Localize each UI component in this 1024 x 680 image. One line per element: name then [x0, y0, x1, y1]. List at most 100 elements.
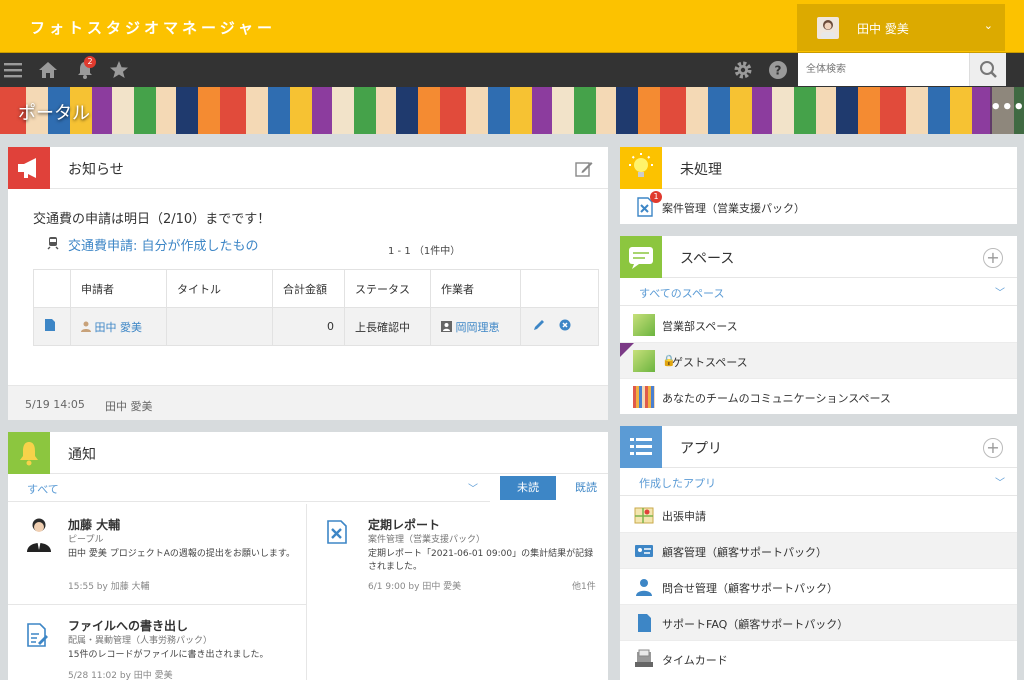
space-item-label: ゲストスペース — [672, 356, 748, 369]
home-icon[interactable] — [37, 59, 59, 81]
pending-header: 未処理 — [620, 147, 1017, 189]
pager-info: 1 - 1 （1件中） — [388, 246, 461, 257]
table-row: 田中 愛美 0 上長確認中 岡岡理恵 — [33, 307, 599, 346]
app-item[interactable]: 出張申請 — [620, 497, 1017, 533]
notification-filter-label: すべて — [27, 483, 59, 496]
spaces-header: スペース + — [620, 236, 1017, 278]
app-record-icon — [326, 520, 348, 544]
worker-icon — [441, 320, 452, 332]
tab-read[interactable]: 既読 — [558, 476, 614, 500]
search-input[interactable] — [798, 53, 968, 86]
record-cell[interactable] — [33, 307, 71, 346]
app-record-icon: 1 — [636, 191, 662, 217]
person-icon — [633, 576, 655, 598]
notification-meta: 5/28 11:02 by 田中 愛美 — [68, 671, 173, 680]
announcement-header: お知らせ — [8, 147, 608, 189]
notification-title: ファイルへの書き出し — [68, 619, 189, 633]
id-card-icon — [633, 540, 655, 562]
bell-icon[interactable]: 2 — [74, 56, 96, 81]
add-app-button[interactable]: + — [983, 438, 1003, 458]
notification-item[interactable]: 定期レポート 案件管理（営業支援パック） 定期レポート「2021-06-01 0… — [308, 516, 608, 602]
person-icon — [81, 321, 91, 332]
notification-extra-count: 他1件 — [572, 582, 596, 592]
nav-bar: 2 ? — [0, 53, 1024, 87]
more-options-button[interactable]: ••• — [990, 87, 1024, 134]
chevron-down-icon: ﹀ — [995, 288, 1005, 299]
notification-source: ピープル — [68, 535, 104, 545]
user-menu[interactable]: 田中 愛美 ⌄ — [797, 4, 1005, 51]
announcement-link[interactable]: 交通費申請: 自分が作成したもの — [68, 235, 259, 254]
search-button[interactable] — [969, 53, 1006, 86]
table-header: タイトル — [166, 269, 273, 308]
star-icon[interactable] — [108, 59, 130, 81]
guest-corner-marker — [620, 343, 634, 357]
notification-body: 田中 愛美 プロジェクトAの週報の提出をお願いします。 — [68, 549, 295, 559]
pending-item-label: 案件管理（営業支援パック） — [662, 202, 805, 215]
space-thumbnail — [633, 350, 655, 372]
speech-bubble-icon — [620, 236, 662, 278]
app-item[interactable]: タイムカード — [620, 641, 1017, 677]
page-title: ポータル — [18, 103, 90, 124]
gear-icon[interactable] — [732, 59, 754, 81]
pencil-icon[interactable] — [533, 320, 549, 334]
space-thumbnail — [633, 386, 655, 408]
app-item-label: タイムカード — [662, 654, 728, 667]
notification-title: 定期レポート — [368, 518, 441, 532]
help-icon[interactable]: ? — [767, 59, 789, 81]
notification-filter[interactable]: すべて ﹀ — [8, 474, 490, 502]
table-header: 作業者 — [430, 269, 521, 308]
pending-badge: 1 — [650, 191, 662, 203]
pending-item[interactable]: 1 案件管理（営業支援パック） — [620, 189, 1017, 224]
svg-text:?: ? — [775, 64, 782, 78]
space-item[interactable]: 🔒 ゲストスペース — [620, 343, 1017, 379]
avatar — [24, 516, 54, 552]
notification-item[interactable]: ファイルへの書き出し 配属・異動管理（人事労務パック） 15件のレコードがファイ… — [8, 617, 306, 680]
top-bar: フォトスタジオマネージャー 田中 愛美 ⌄ — [0, 0, 1024, 53]
megaphone-icon — [8, 147, 50, 189]
worker-link[interactable]: 岡岡理恵 — [456, 321, 500, 334]
table-header-row: 申請者 タイトル 合計金額 ステータス 作業者 — [33, 269, 599, 308]
notifications-title: 通知 — [68, 447, 96, 463]
list-icon — [620, 426, 662, 468]
app-item[interactable]: 顧客管理（顧客サポートパック） — [620, 533, 1017, 569]
footer-author: 田中 愛美 — [105, 400, 153, 413]
add-space-button[interactable]: + — [983, 248, 1003, 268]
apps-header: アプリ + — [620, 426, 1017, 468]
notification-title: 加藤 大輔 — [68, 518, 121, 532]
pending-panel: 未処理 1 案件管理（営業支援パック） — [620, 147, 1017, 224]
menu-icon[interactable] — [2, 59, 24, 81]
app-title[interactable]: フォトスタジオマネージャー — [30, 17, 276, 38]
applicant-cell[interactable]: 田中 愛美 — [70, 307, 167, 346]
apps-title: アプリ — [680, 441, 722, 457]
space-item[interactable]: 営業部スペース — [620, 307, 1017, 343]
space-item[interactable]: あなたのチームのコミュニケーションスペース — [620, 379, 1017, 415]
announcement-title: お知らせ — [68, 162, 124, 178]
spaces-panel: スペース + すべてのスペース ﹀ 営業部スペース 🔒 ゲストスペース あなたの… — [620, 236, 1017, 414]
spaces-filter[interactable]: すべてのスペース ﹀ — [620, 278, 1017, 306]
bell-icon — [8, 432, 50, 474]
applicant-link[interactable]: 田中 愛美 — [95, 321, 143, 334]
apps-filter[interactable]: 作成したアプリ ﹀ — [620, 468, 1017, 496]
table-header: 合計金額 — [272, 269, 345, 308]
table-header-icon — [33, 269, 71, 308]
app-item[interactable]: サポートFAQ（顧客サポートパック） — [620, 605, 1017, 641]
portal-banner: ポータル ••• — [0, 87, 1024, 134]
actions-cell — [520, 307, 599, 346]
app-item-label: 顧客管理（顧客サポートパック） — [662, 546, 827, 559]
worker-cell[interactable]: 岡岡理恵 — [430, 307, 521, 346]
app-item[interactable]: 問合せ管理（顧客サポートパック） — [620, 569, 1017, 605]
cancel-icon[interactable] — [559, 319, 571, 334]
notification-item[interactable]: 加藤 大輔 ピープル 田中 愛美 プロジェクトAの週報の提出をお願いします。 1… — [8, 516, 306, 602]
export-file-icon — [26, 623, 48, 647]
column-divider — [306, 504, 307, 680]
announcement-table: 申請者 タイトル 合計金額 ステータス 作業者 田中 愛美 0 上長確認中 岡岡… — [33, 269, 599, 346]
edit-icon[interactable] — [574, 159, 594, 182]
notification-source: 案件管理（営業支援パック） — [368, 535, 486, 545]
row-divider — [8, 604, 306, 605]
map-icon — [633, 504, 655, 526]
tab-unread[interactable]: 未読 — [500, 476, 556, 500]
document-icon — [45, 319, 55, 331]
user-avatar — [817, 17, 839, 39]
announcement-message: 交通費の申請は明日（2/10）までです！ — [33, 212, 271, 227]
amount-cell: 0 — [272, 307, 345, 346]
